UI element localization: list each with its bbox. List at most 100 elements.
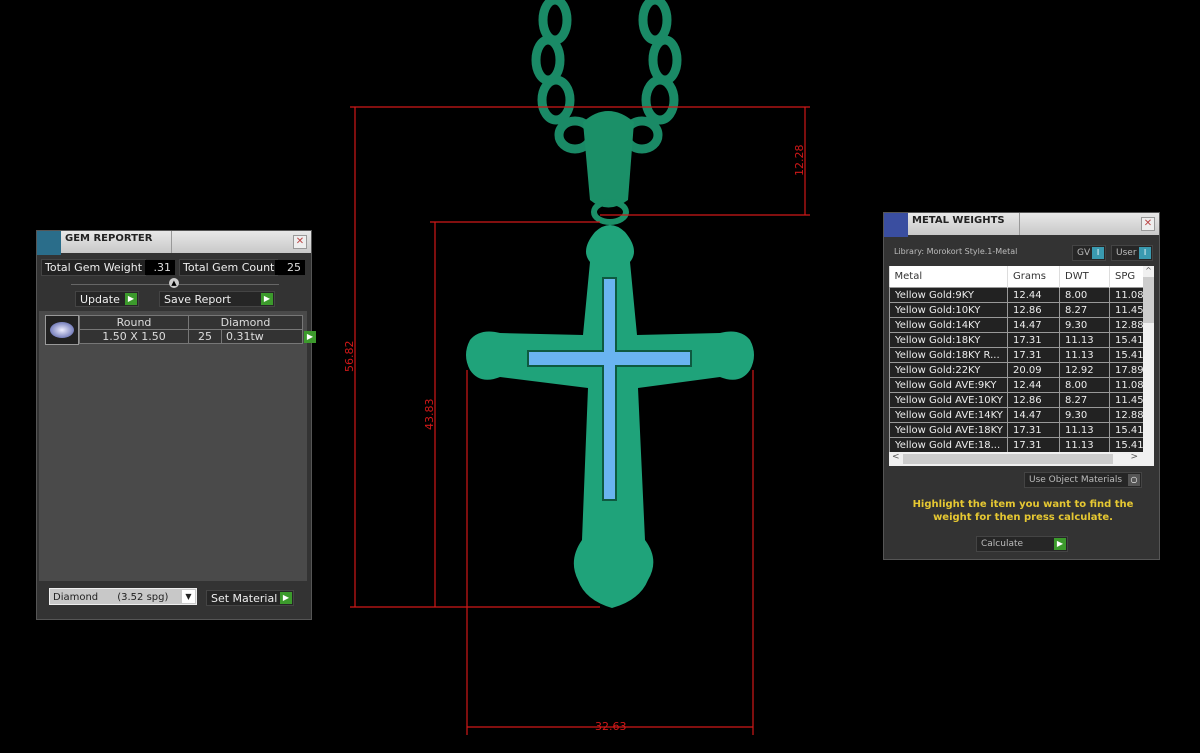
- table-cell: Yellow Gold AVE:10KY: [889, 392, 1008, 408]
- use-object-materials-select[interactable]: Use Object Materials ○: [1024, 472, 1142, 488]
- total-weight-label: Total Gem Weight: [41, 259, 147, 276]
- gem-material: Diamond: [220, 316, 271, 329]
- vertical-scrollbar[interactable]: ^: [1143, 266, 1154, 452]
- table-cell: 17.31: [1007, 437, 1060, 452]
- save-report-button[interactable]: Save Report ▶: [159, 291, 275, 307]
- table-row[interactable]: Yellow Gold AVE:18KY 17.31 11.13 15.41: [889, 422, 1143, 438]
- table-cell: 11.13: [1059, 347, 1110, 363]
- table-cell: 12.44: [1007, 377, 1060, 393]
- table-row[interactable]: Yellow Gold:22KY 20.09 12.92 17.89: [889, 362, 1143, 378]
- table-cell: 8.00: [1059, 377, 1110, 393]
- dim-bail-height: 12.28: [793, 145, 806, 177]
- table-cell: Yellow Gold AVE:14KY: [889, 407, 1008, 423]
- dim-cross-width: 32.63: [595, 720, 627, 733]
- table-cell: Yellow Gold:18KY: [889, 332, 1008, 348]
- play-icon: ▶: [280, 592, 292, 604]
- library-label: Library: Morokort Style.1-Metal: [894, 247, 1018, 256]
- table-cell: Yellow Gold:18KY R...: [889, 347, 1008, 363]
- table-cell: 12.88: [1109, 407, 1143, 423]
- gem-list: Round Diamond 1.50 X 1.50 25 0.31tw ▶: [39, 311, 316, 581]
- table-cell: 15.41: [1109, 332, 1143, 348]
- table-cell: 12.86: [1007, 302, 1060, 318]
- collapse-toggle-icon[interactable]: ▲: [169, 278, 179, 288]
- table-row[interactable]: Yellow Gold:18KY R... 17.31 11.13 15.41: [889, 347, 1143, 363]
- table-cell: 11.45: [1109, 302, 1143, 318]
- gem-weight: 0.31tw: [226, 330, 264, 343]
- panel-title: GEM REPORTER: [65, 233, 153, 244]
- total-weight-value: .31: [145, 260, 175, 275]
- update-button[interactable]: Update ▶: [75, 291, 139, 307]
- user-toggle[interactable]: User I: [1111, 245, 1153, 261]
- table-cell: 17.31: [1007, 422, 1060, 438]
- table-cell: 9.30: [1059, 407, 1110, 423]
- dim-total-height: 56.82: [343, 341, 356, 373]
- table-cell: 11.08: [1109, 377, 1143, 393]
- close-icon[interactable]: ✕: [293, 235, 307, 249]
- play-icon: ▶: [125, 293, 137, 305]
- titlebar[interactable]: METAL WEIGHTS ✕: [884, 213, 1159, 237]
- metal-table[interactable]: Metal Grams DWT SPG Yellow Gold:9KY 12.44 8.00…: [889, 266, 1154, 466]
- dropdown-arrow-icon: ▼: [182, 590, 195, 603]
- dim-cross-height: 43.83: [423, 399, 436, 431]
- table-cell: 11.13: [1059, 422, 1110, 438]
- table-cell: Yellow Gold AVE:18KY: [889, 422, 1008, 438]
- column-header[interactable]: DWT: [1059, 266, 1110, 288]
- table-cell: 17.31: [1007, 347, 1060, 363]
- table-cell: 17.89: [1109, 362, 1143, 378]
- gem-shape: Round: [80, 316, 189, 329]
- table-row[interactable]: Yellow Gold AVE:10KY 12.86 8.27 11.45: [889, 392, 1143, 408]
- table-cell: Yellow Gold:9KY: [889, 287, 1008, 303]
- column-header[interactable]: SPG: [1109, 266, 1143, 288]
- table-cell: 14.47: [1007, 407, 1060, 423]
- table-cell: 11.08: [1109, 287, 1143, 303]
- table-row[interactable]: Yellow Gold:9KY 12.44 8.00 11.08: [889, 287, 1143, 303]
- table-cell: 12.88: [1109, 317, 1143, 333]
- table-cell: 11.45: [1109, 392, 1143, 408]
- play-icon[interactable]: ▶: [304, 331, 316, 343]
- table-cell: 12.86: [1007, 392, 1060, 408]
- table-cell: Yellow Gold:14KY: [889, 317, 1008, 333]
- material-select[interactable]: Diamond (3.52 spg) ▼: [49, 588, 197, 605]
- metal-weights-logo-icon: [884, 213, 908, 237]
- column-header[interactable]: Metal: [889, 266, 1008, 288]
- horizontal-scrollbar[interactable]: < >: [889, 452, 1154, 466]
- gem-count: 25: [189, 330, 222, 343]
- table-row[interactable]: Yellow Gold:14KY 14.47 9.30 12.88: [889, 317, 1143, 333]
- gv-toggle[interactable]: GV I: [1072, 245, 1106, 261]
- table-cell: Yellow Gold:10KY: [889, 302, 1008, 318]
- gem-reporter-panel: GEM REPORTER ✕ Total Gem Weight .31 Tota…: [36, 230, 316, 620]
- titlebar[interactable]: GEM REPORTER ✕: [37, 231, 311, 255]
- table-row[interactable]: Yellow Gold AVE:9KY 12.44 8.00 11.08: [889, 377, 1143, 393]
- table-cell: 15.41: [1109, 347, 1143, 363]
- total-count-value: 25: [275, 260, 305, 275]
- panel-title: METAL WEIGHTS: [912, 215, 1005, 226]
- table-cell: 14.47: [1007, 317, 1060, 333]
- gem-size: 1.50 X 1.50: [80, 330, 189, 343]
- column-header[interactable]: Grams: [1007, 266, 1060, 288]
- gem-channel: [527, 277, 692, 501]
- table-cell: 9.30: [1059, 317, 1110, 333]
- table-row[interactable]: Yellow Gold:18KY 17.31 11.13 15.41: [889, 332, 1143, 348]
- round-gem-icon[interactable]: [45, 315, 79, 345]
- table-row[interactable]: Yellow Gold AVE:18... 17.31 11.13 15.41: [889, 437, 1143, 452]
- table-cell: 11.13: [1059, 332, 1110, 348]
- dimension-lines: [350, 106, 810, 735]
- metal-weights-panel: METAL WEIGHTS ✕ Library: Morokort Style.…: [883, 212, 1160, 560]
- calculate-button[interactable]: Calculate ▶: [976, 536, 1068, 552]
- table-cell: Yellow Gold AVE:9KY: [889, 377, 1008, 393]
- table-cell: 15.41: [1109, 422, 1143, 438]
- table-cell: 15.41: [1109, 437, 1143, 452]
- close-icon[interactable]: ✕: [1141, 217, 1155, 231]
- bail: [583, 111, 634, 208]
- table-cell: 8.27: [1059, 302, 1110, 318]
- table-row[interactable]: Yellow Gold AVE:14KY 14.47 9.30 12.88: [889, 407, 1143, 423]
- table-row[interactable]: Yellow Gold:10KY 12.86 8.27 11.45: [889, 302, 1143, 318]
- table-cell: 12.92: [1059, 362, 1110, 378]
- set-material-button[interactable]: Set Material ▶: [206, 590, 294, 606]
- table-cell: Yellow Gold:22KY: [889, 362, 1008, 378]
- total-count-label: Total Gem Count: [179, 259, 279, 276]
- table-cell: 12.44: [1007, 287, 1060, 303]
- table-cell: Yellow Gold AVE:18...: [889, 437, 1008, 452]
- instruction-text: Highlight the item you want to find the …: [912, 499, 1134, 523]
- table-cell: 8.27: [1059, 392, 1110, 408]
